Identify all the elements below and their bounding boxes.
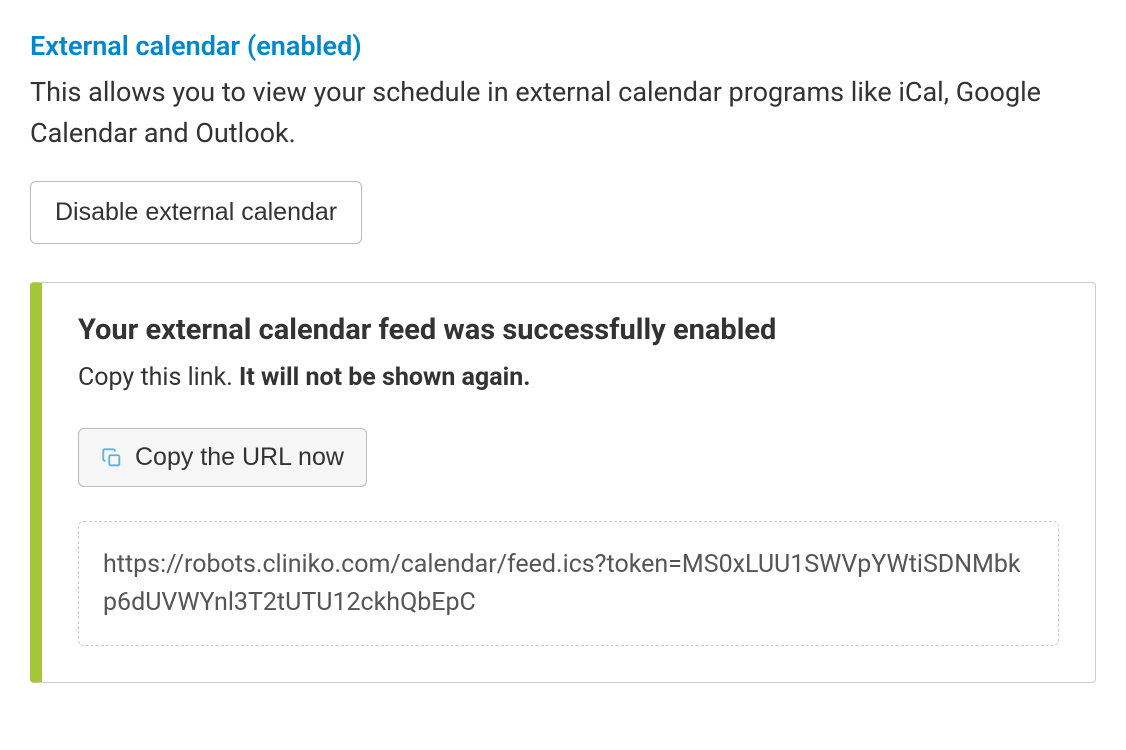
feed-url-box[interactable]: https://robots.cliniko.com/calendar/feed… [78, 521, 1059, 646]
panel-subtext-prefix: Copy this link. [78, 363, 239, 392]
section-heading: External calendar (enabled) [30, 30, 1096, 62]
external-calendar-section: External calendar (enabled) This allows … [30, 30, 1096, 683]
copy-url-button[interactable]: Copy the URL now [78, 428, 367, 487]
panel-title: Your external calendar feed was successf… [78, 313, 1059, 347]
panel-subtext-bold: It will not be shown again. [239, 363, 530, 392]
copy-icon [101, 447, 123, 469]
panel-subtext: Copy this link. It will not be shown aga… [78, 363, 1059, 392]
success-panel: Your external calendar feed was successf… [30, 282, 1096, 683]
disable-external-calendar-button[interactable]: Disable external calendar [30, 181, 362, 244]
section-description: This allows you to view your schedule in… [30, 72, 1096, 153]
copy-button-label: Copy the URL now [135, 443, 344, 472]
